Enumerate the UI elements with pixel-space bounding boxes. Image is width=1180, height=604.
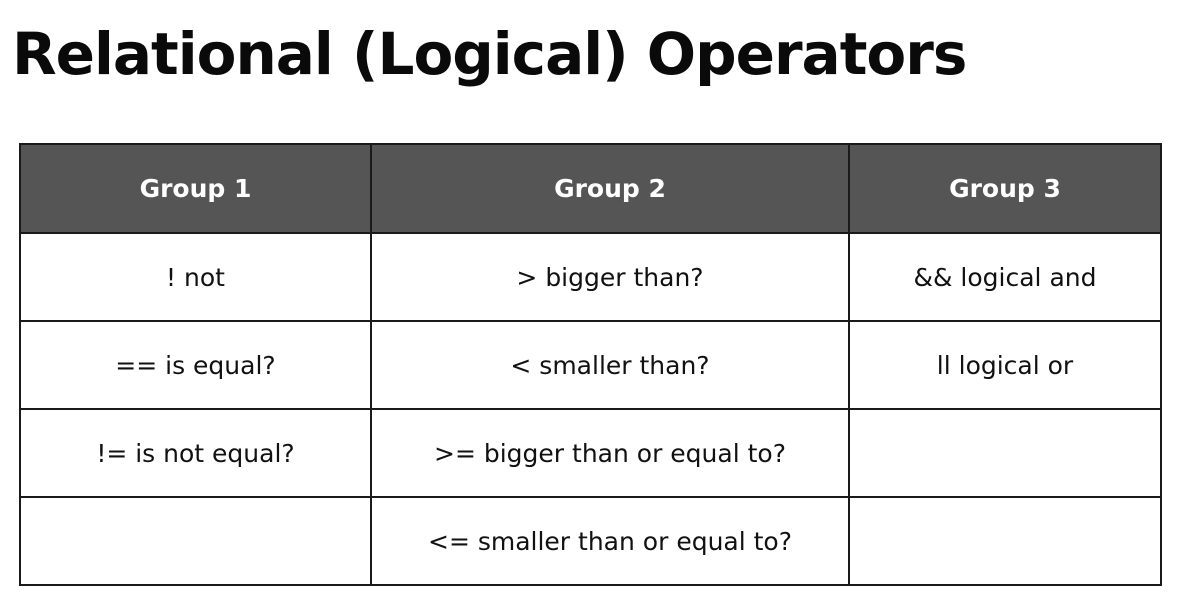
column-header-group-2: Group 2 <box>370 143 850 234</box>
table-cell: ! not <box>19 232 372 322</box>
table-row: ! not > bigger than? && logical and <box>19 232 1162 322</box>
table-row: != is not equal? >= bigger than or equal… <box>19 408 1162 498</box>
table-cell: >= bigger than or equal to? <box>370 408 850 498</box>
table-header-row: Group 1 Group 2 Group 3 <box>19 143 1162 234</box>
table-cell: ll logical or <box>848 320 1162 410</box>
table-row: <= smaller than or equal to? <box>19 496 1162 586</box>
table-cell <box>848 408 1162 498</box>
table-cell: <= smaller than or equal to? <box>370 496 850 586</box>
table-cell: != is not equal? <box>19 408 372 498</box>
table-row: == is equal? < smaller than? ll logical … <box>19 320 1162 410</box>
table-cell: < smaller than? <box>370 320 850 410</box>
operators-table: Group 1 Group 2 Group 3 ! not > bigger t… <box>19 143 1162 586</box>
table-cell <box>19 496 372 586</box>
table-cell: && logical and <box>848 232 1162 322</box>
column-header-group-1: Group 1 <box>19 143 372 234</box>
slide-title: Relational (Logical) Operators <box>12 20 967 88</box>
table-cell: > bigger than? <box>370 232 850 322</box>
column-header-group-3: Group 3 <box>848 143 1162 234</box>
table-cell: == is equal? <box>19 320 372 410</box>
table-cell <box>848 496 1162 586</box>
